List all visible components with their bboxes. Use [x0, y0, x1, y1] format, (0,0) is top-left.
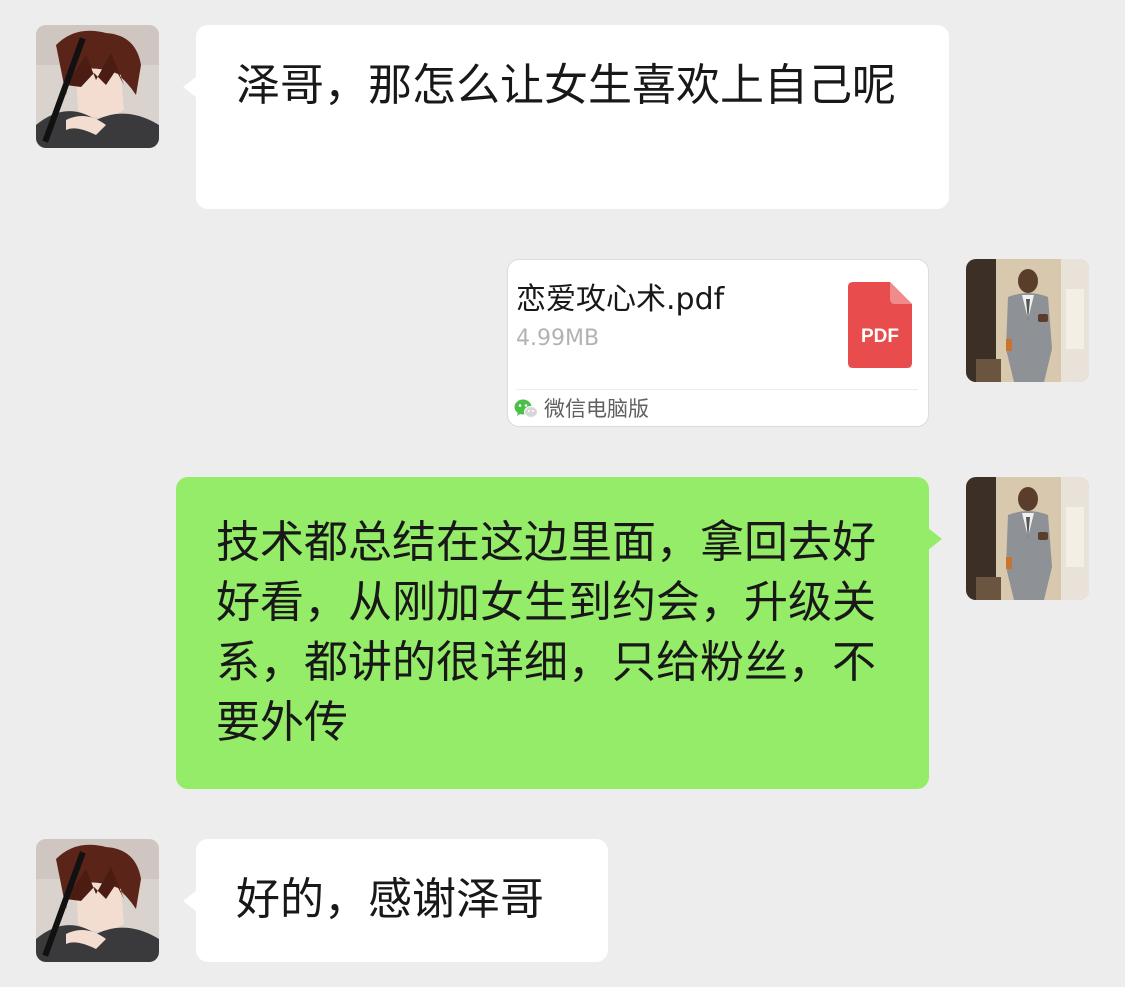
my-avatar[interactable] — [966, 477, 1089, 600]
divider — [516, 389, 918, 390]
friend-avatar[interactable] — [36, 839, 159, 962]
my-avatar[interactable] — [966, 259, 1089, 382]
bubble-tail — [183, 890, 197, 912]
file-message-card[interactable]: 恋爱攻心术.pdf 4.99MB PDF 微信电脑版 — [507, 259, 929, 427]
man-in-suit-avatar-image — [966, 259, 1089, 382]
wechat-icon — [514, 399, 538, 418]
pdf-badge-label: PDF — [861, 326, 899, 347]
file-source-label: 微信电脑版 — [544, 397, 649, 421]
file-source: 微信电脑版 — [514, 394, 649, 424]
man-in-suit-avatar-image — [966, 477, 1089, 600]
message-text: 泽哥，那怎么让女生喜欢上自己呢 — [236, 60, 896, 111]
file-name: 恋爱攻心术.pdf — [516, 282, 725, 317]
friend-avatar[interactable] — [36, 25, 159, 148]
message-text: 技术都总结在这边里面，拿回去好好看，从刚加女生到约会，升级关系，都讲的很详细，只… — [216, 517, 876, 748]
anime-boy-avatar-image — [36, 839, 159, 962]
message-bubble-sent[interactable]: 技术都总结在这边里面，拿回去好好看，从刚加女生到约会，升级关系，都讲的很详细，只… — [176, 477, 942, 789]
message-bubble-received[interactable]: 泽哥，那怎么让女生喜欢上自己呢 — [183, 25, 949, 209]
pdf-icon: PDF — [848, 282, 912, 368]
bubble-tail — [928, 528, 942, 550]
message-text: 好的，感谢泽哥 — [236, 874, 544, 925]
bubble-tail — [183, 76, 197, 98]
message-bubble-received[interactable]: 好的，感谢泽哥 — [183, 839, 608, 962]
anime-boy-avatar-image — [36, 25, 159, 148]
file-size: 4.99MB — [516, 326, 600, 351]
